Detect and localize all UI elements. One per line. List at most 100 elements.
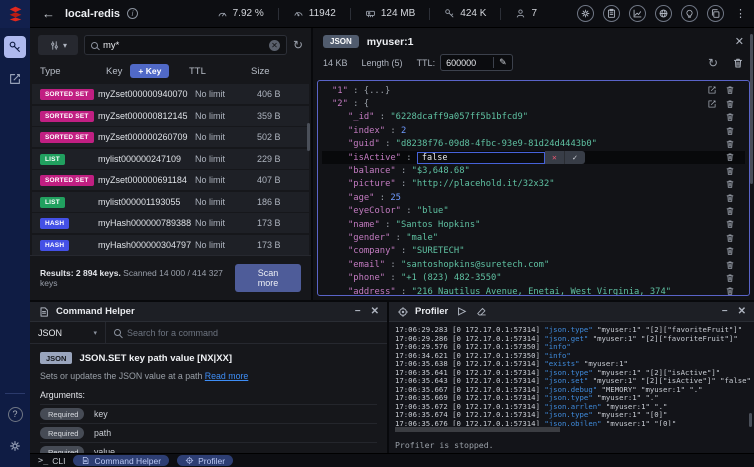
key-type-badge: HASH (40, 239, 70, 251)
clipboard-icon[interactable] (603, 5, 620, 22)
json-value: 2 (400, 125, 407, 136)
json-row[interactable]: "eyeColor" : "blue" (322, 205, 745, 218)
key-row[interactable]: SORTED SET myZset000000812145 No limit 3… (32, 105, 309, 126)
json-key: "address" (348, 286, 396, 296)
key-ttl: No limit (195, 218, 226, 228)
read-more-link[interactable]: Read more (205, 371, 249, 381)
key-search-input[interactable]: my* ✕ (84, 35, 287, 55)
play-icon[interactable]: ▷ (458, 306, 466, 317)
gear-icon[interactable] (577, 5, 594, 22)
delete-json-field-icon[interactable] (725, 166, 735, 177)
json-row[interactable]: "_id" : "6228dcaff9a057ff5b1bfcd9" (322, 111, 745, 124)
key-name: myHash000000789388 (98, 218, 192, 228)
json-row[interactable]: "picture" : "http://placehold.it/32x32" (322, 178, 745, 191)
scrollbar-thumb[interactable] (749, 413, 752, 427)
command-search-input[interactable]: Search for a command (106, 328, 387, 338)
key-row[interactable]: LIST mylist000001193055 No limit 186 B (32, 191, 309, 212)
json-row[interactable]: "balance" : "$3,648.68" (322, 164, 745, 177)
sidebar-item-help[interactable]: ? (4, 403, 26, 425)
edit-json-icon[interactable] (707, 99, 717, 110)
copy-icon[interactable] (707, 5, 724, 22)
close-icon[interactable]: ✕ (371, 306, 379, 317)
delete-json-field-icon[interactable] (725, 206, 735, 217)
minimize-icon[interactable]: − (355, 306, 361, 317)
key-row[interactable]: SORTED SET myZset000000260709 No limit 5… (32, 127, 309, 147)
globe-icon[interactable] (655, 5, 672, 22)
scrollbar-thumb[interactable] (307, 123, 310, 151)
delete-json-field-icon[interactable] (725, 126, 735, 137)
json-row[interactable]: "guid" : "d8238f76-09d8-4fbc-93e9-81d24d… (322, 138, 745, 151)
delete-json-field-icon[interactable] (725, 233, 735, 244)
cancel-edit-icon[interactable]: ✕ (544, 151, 565, 165)
key-row[interactable]: SORTED SET myZset000000940070 No limit 4… (32, 84, 309, 104)
edit-json-icon[interactable] (707, 85, 717, 96)
db-stats: 7.92 % 11942 124 MB 424 K 7 (203, 7, 551, 20)
json-row[interactable]: "age" : 25 (322, 191, 745, 204)
column-size: Size (251, 65, 270, 77)
delete-json-field-icon[interactable] (725, 152, 735, 163)
profiler-log-line: 17:06:35.676 [0 172.17.0.1:57314] "json.… (395, 419, 748, 426)
clear-search-icon[interactable]: ✕ (268, 39, 280, 51)
json-row[interactable]: "gender" : "male" (322, 231, 745, 244)
command-helper-toggle[interactable]: Command Helper (73, 455, 170, 466)
scrollbar-thumb[interactable] (750, 34, 753, 184)
argument-requirement-badge: Required (40, 408, 84, 420)
sidebar-item-workbench[interactable] (4, 68, 26, 90)
key-row[interactable]: LIST mylist000000247109 No limit 229 B (32, 148, 309, 169)
delete-json-field-icon[interactable] (725, 246, 735, 257)
kebab-menu-icon[interactable]: ⋮ (735, 7, 746, 20)
profiler-toggle[interactable]: Profiler (177, 455, 234, 466)
sidebar-item-browser[interactable] (4, 36, 26, 58)
json-row[interactable]: "index" : 2 (322, 124, 745, 137)
cli-button[interactable]: >_ CLI (38, 456, 65, 466)
bottom-bar: >_ CLI Command Helper Profiler (30, 453, 754, 467)
key-type-badge: SORTED SET (40, 132, 94, 143)
command-group-select[interactable]: JSON ▾ (30, 322, 106, 343)
key-row[interactable]: HASH myHash000000304797 No limit 173 B (32, 234, 309, 255)
pencil-icon[interactable]: ✎ (493, 57, 512, 68)
refresh-icon[interactable]: ↻ (708, 56, 718, 70)
json-row[interactable]: "phone" : "+1 (823) 482-3550" (322, 271, 745, 284)
delete-json-field-icon[interactable] (725, 219, 735, 230)
confirm-edit-icon[interactable]: ✓ (564, 151, 585, 165)
refresh-icon[interactable]: ↻ (293, 38, 303, 52)
json-row[interactable]: "2" : { (322, 97, 745, 110)
close-icon[interactable]: ✕ (738, 306, 746, 317)
delete-key-icon[interactable] (732, 57, 744, 69)
bulb-icon[interactable] (681, 5, 698, 22)
minimize-icon[interactable]: − (722, 306, 728, 317)
json-row[interactable]: "isActive" : ✕ ✓ (322, 150, 745, 165)
json-row[interactable]: "company" : "SURETECH" (322, 245, 745, 258)
delete-json-field-icon[interactable] (725, 260, 735, 271)
ttl-input[interactable] (441, 57, 494, 68)
json-row[interactable]: "email" : "santoshopkins@suretech.com" (322, 258, 745, 271)
clipped-log-line (395, 427, 695, 432)
back-arrow-icon[interactable]: ← (42, 6, 55, 21)
profiler-icon (397, 306, 409, 318)
delete-json-field-icon[interactable] (725, 99, 735, 110)
delete-json-field-icon[interactable] (725, 193, 735, 204)
delete-json-field-icon[interactable] (725, 179, 735, 190)
key-row[interactable]: SORTED SET myZset000000691184 No limit 4… (32, 170, 309, 190)
chart-icon[interactable] (629, 5, 646, 22)
key-name: myHash000000304797 (98, 239, 192, 250)
eraser-icon[interactable] (476, 306, 487, 317)
delete-json-field-icon[interactable] (725, 273, 735, 284)
delete-json-field-icon[interactable] (725, 139, 735, 150)
add-key-button[interactable]: + Key (130, 64, 170, 78)
json-row[interactable]: "address" : "216 Nautilus Avenue, Enetai… (322, 285, 745, 296)
json-row[interactable]: "name" : "Santos Hopkins" (322, 218, 745, 231)
delete-json-field-icon[interactable] (725, 112, 735, 123)
key-name: mylist000000247109 (98, 153, 182, 164)
delete-json-field-icon[interactable] (725, 286, 735, 296)
info-icon[interactable]: i (127, 8, 139, 19)
scan-more-button[interactable]: Scan more (235, 264, 301, 292)
key-row[interactable]: HASH myHash000000789388 No limit 173 B (32, 213, 309, 233)
json-value-edit-input[interactable] (416, 151, 545, 164)
sidebar-item-settings[interactable] (4, 435, 26, 457)
json-row[interactable]: "1" : {...} (322, 84, 745, 97)
key-size: 359 B (257, 110, 281, 121)
delete-json-field-icon[interactable] (725, 85, 735, 96)
close-icon[interactable]: ✕ (735, 35, 744, 48)
filter-type-dropdown[interactable]: ▾ (38, 35, 78, 55)
